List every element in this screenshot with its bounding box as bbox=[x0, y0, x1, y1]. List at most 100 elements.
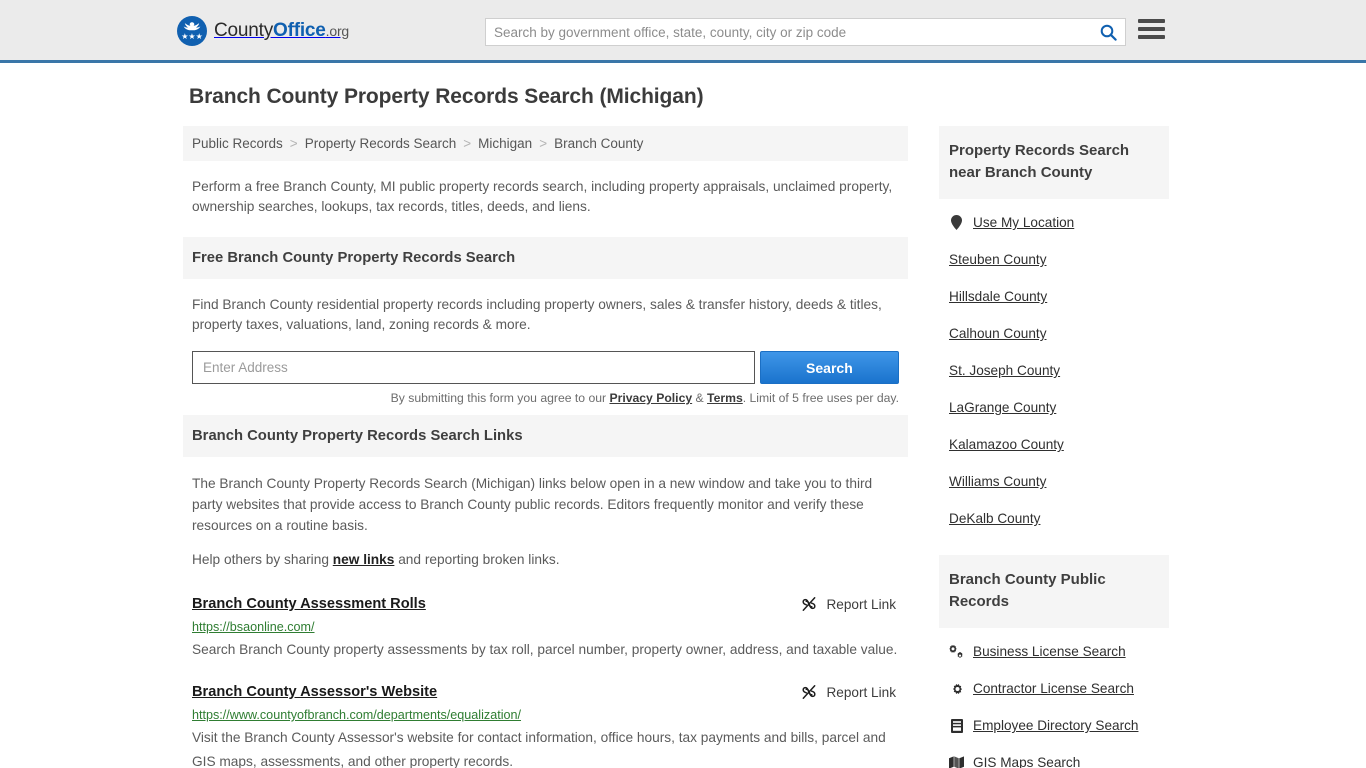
sidebar-public-records-block: Branch County Public Records Business Li… bbox=[939, 555, 1169, 768]
disclaimer-suffix: . Limit of 5 free uses per day. bbox=[742, 391, 899, 405]
book-icon bbox=[949, 718, 964, 733]
result-item: Branch County Assessment Rolls Report Li… bbox=[183, 596, 908, 662]
result-item: Branch County Assessor's Website Report … bbox=[183, 684, 908, 768]
breadcrumb-separator: > bbox=[289, 136, 298, 151]
sidebar: Property Records Search near Branch Coun… bbox=[939, 126, 1169, 768]
broken-link-icon bbox=[802, 597, 817, 611]
logo-text-county: County bbox=[214, 20, 274, 41]
site-header: ★★★ CountyOffice.org bbox=[0, 0, 1366, 63]
sidebar-link-label[interactable]: Calhoun County bbox=[949, 326, 1047, 341]
sidebar-link-label[interactable]: Contractor License Search bbox=[973, 681, 1134, 696]
sidebar-item-employee-directory-search[interactable]: Employee Directory Search bbox=[939, 707, 1169, 744]
result-title-link[interactable]: Branch County Assessor's Website bbox=[192, 684, 437, 700]
sidebar-nearby-list: Use My Location Steuben County Hillsdale… bbox=[939, 199, 1169, 537]
map-pin-icon bbox=[949, 215, 964, 230]
sidebar-item-calhoun-county[interactable]: Calhoun County bbox=[939, 315, 1169, 352]
sidebar-link-label[interactable]: St. Joseph County bbox=[949, 363, 1060, 378]
links-section-heading: Branch County Property Records Search Li… bbox=[183, 415, 908, 457]
sidebar-link-label[interactable]: GIS Maps Search bbox=[973, 755, 1080, 768]
content-columns: Public Records > Property Records Search… bbox=[183, 126, 1183, 768]
breadcrumb-separator: > bbox=[463, 136, 472, 151]
sidebar-link-label[interactable]: Hillsdale County bbox=[949, 289, 1047, 304]
logo-text-org: .org bbox=[325, 23, 350, 39]
sidebar-link-label[interactable]: Kalamazoo County bbox=[949, 437, 1064, 452]
logo-text: CountyOffice.org bbox=[214, 20, 349, 42]
new-links-link[interactable]: new links bbox=[333, 552, 395, 567]
disclaimer-prefix: By submitting this form you agree to our bbox=[390, 391, 610, 405]
sidebar-item-hillsdale-county[interactable]: Hillsdale County bbox=[939, 278, 1169, 315]
result-description: Search Branch County property assessment… bbox=[192, 642, 898, 657]
broken-link-icon bbox=[802, 685, 817, 699]
result-url[interactable]: https://bsaonline.com/ bbox=[192, 620, 899, 634]
site-logo[interactable]: ★★★ CountyOffice.org bbox=[177, 16, 349, 46]
breadcrumb: Public Records > Property Records Search… bbox=[183, 126, 908, 161]
sidebar-link-label[interactable]: DeKalb County bbox=[949, 511, 1040, 526]
map-icon bbox=[949, 756, 964, 768]
sidebar-link-label[interactable]: Use My Location bbox=[973, 215, 1074, 230]
breadcrumb-separator: > bbox=[539, 136, 548, 151]
free-search-heading: Free Branch County Property Records Sear… bbox=[183, 237, 908, 279]
sidebar-item-williams-county[interactable]: Williams County bbox=[939, 463, 1169, 500]
sidebar-link-label[interactable]: Employee Directory Search bbox=[973, 718, 1138, 733]
help-prefix: Help others by sharing bbox=[192, 552, 333, 567]
sidebar-link-label[interactable]: Business License Search bbox=[973, 644, 1126, 659]
breadcrumb-item-property-records-search[interactable]: Property Records Search bbox=[305, 136, 457, 151]
gear-icon bbox=[949, 682, 964, 696]
sidebar-link-label[interactable]: Williams County bbox=[949, 474, 1046, 489]
sidebar-link-label[interactable]: Steuben County bbox=[949, 252, 1047, 267]
report-link-button[interactable]: Report Link bbox=[801, 684, 899, 700]
disclaimer-amp: & bbox=[692, 391, 708, 405]
logo-text-office: Office bbox=[273, 20, 326, 41]
sidebar-link-label[interactable]: LaGrange County bbox=[949, 400, 1056, 415]
hamburger-bar bbox=[1138, 27, 1165, 31]
sidebar-item-steuben-county[interactable]: Steuben County bbox=[939, 241, 1169, 278]
address-search-button[interactable]: Search bbox=[759, 351, 899, 384]
address-input[interactable] bbox=[192, 351, 755, 384]
sidebar-item-gis-maps-search[interactable]: GIS Maps Search bbox=[939, 744, 1169, 768]
sidebar-nearby-heading: Property Records Search near Branch Coun… bbox=[939, 126, 1169, 199]
stars-glyph: ★★★ bbox=[181, 32, 203, 41]
address-search-form: Search bbox=[183, 339, 908, 384]
sidebar-item-st-joseph-county[interactable]: St. Joseph County bbox=[939, 352, 1169, 389]
intro-paragraph: Perform a free Branch County, MI public … bbox=[192, 179, 893, 214]
report-link-label: Report Link bbox=[826, 684, 896, 700]
search-input[interactable] bbox=[486, 19, 1091, 45]
eagle-seal-icon: ★★★ bbox=[177, 16, 207, 46]
sidebar-public-records-heading: Branch County Public Records bbox=[939, 555, 1169, 628]
cogs-icon bbox=[949, 644, 964, 659]
terms-link[interactable]: Terms bbox=[707, 391, 743, 405]
result-description: Visit the Branch County Assessor's websi… bbox=[192, 730, 886, 768]
result-header: Branch County Assessor's Website Report … bbox=[192, 684, 899, 700]
breadcrumb-item-branch-county[interactable]: Branch County bbox=[554, 136, 643, 151]
page-container: Branch County Property Records Search (M… bbox=[183, 63, 1183, 768]
search-submit-button[interactable] bbox=[1091, 19, 1125, 45]
form-disclaimer: By submitting this form you agree to our… bbox=[183, 384, 908, 405]
help-suffix: and reporting broken links. bbox=[394, 552, 560, 567]
sidebar-item-use-my-location[interactable]: Use My Location bbox=[939, 199, 1169, 241]
breadcrumb-item-michigan[interactable]: Michigan bbox=[478, 136, 532, 151]
hamburger-bar bbox=[1138, 19, 1165, 23]
result-title-link[interactable]: Branch County Assessment Rolls bbox=[192, 596, 426, 612]
report-link-label: Report Link bbox=[826, 596, 896, 612]
links-section-description: The Branch County Property Records Searc… bbox=[192, 476, 873, 533]
main-column: Public Records > Property Records Search… bbox=[183, 126, 908, 768]
search-icon bbox=[1100, 24, 1117, 41]
help-share-text: Help others by sharing new links and rep… bbox=[183, 536, 908, 574]
sidebar-item-contractor-license-search[interactable]: Contractor License Search bbox=[939, 670, 1169, 707]
privacy-policy-link[interactable]: Privacy Policy bbox=[609, 391, 692, 405]
free-search-description: Find Branch County residential property … bbox=[192, 297, 882, 332]
sidebar-item-business-license-search[interactable]: Business License Search bbox=[939, 628, 1169, 670]
result-header: Branch County Assessment Rolls Report Li… bbox=[192, 596, 899, 612]
global-search-box[interactable] bbox=[485, 18, 1126, 46]
page-title: Branch County Property Records Search (M… bbox=[189, 85, 704, 108]
sidebar-public-records-list: Business License Search Contractor Licen… bbox=[939, 628, 1169, 768]
breadcrumb-item-public-records[interactable]: Public Records bbox=[192, 136, 283, 151]
sidebar-item-dekalb-county[interactable]: DeKalb County bbox=[939, 500, 1169, 537]
report-link-button[interactable]: Report Link bbox=[801, 596, 899, 612]
sidebar-item-lagrange-county[interactable]: LaGrange County bbox=[939, 389, 1169, 426]
hamburger-menu-icon[interactable] bbox=[1138, 19, 1165, 39]
sidebar-item-kalamazoo-county[interactable]: Kalamazoo County bbox=[939, 426, 1169, 463]
hamburger-bar bbox=[1138, 35, 1165, 39]
header-inner: ★★★ CountyOffice.org bbox=[177, 0, 1183, 60]
result-url[interactable]: https://www.countyofbranch.com/departmen… bbox=[192, 708, 899, 722]
